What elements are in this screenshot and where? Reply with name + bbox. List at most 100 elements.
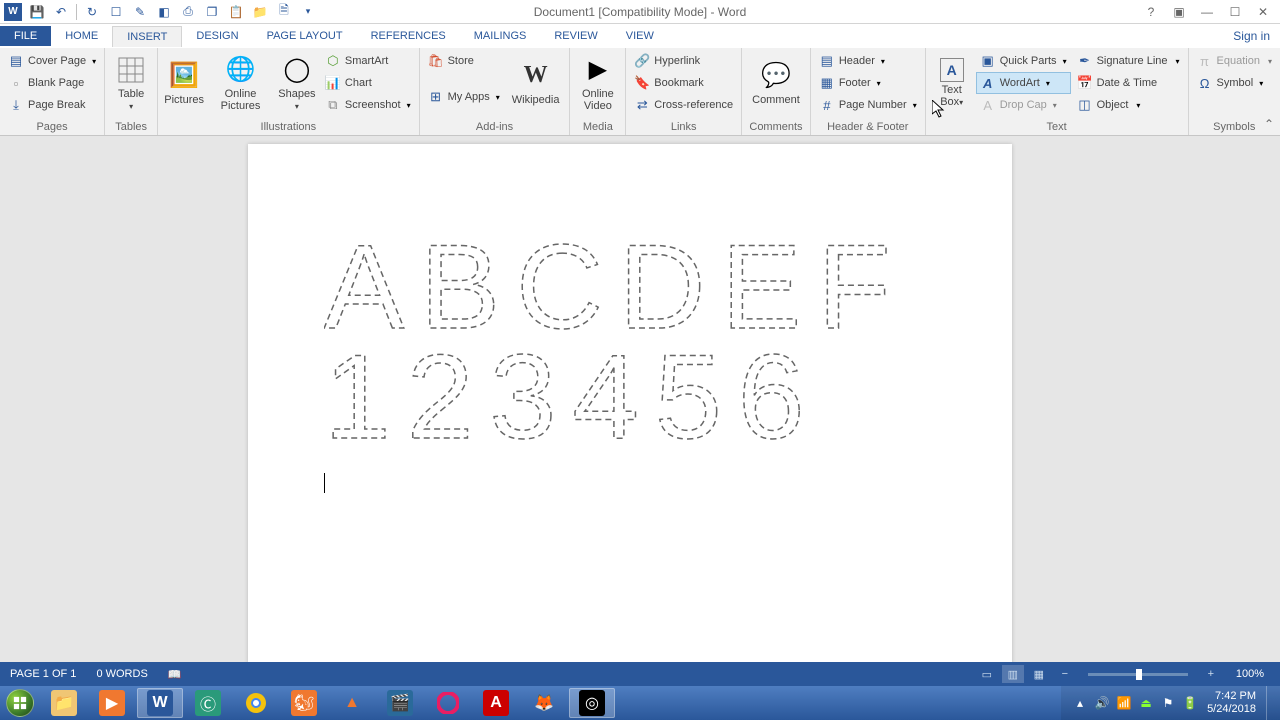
wikipedia-button[interactable]: WWikipedia xyxy=(506,50,566,116)
show-desktop-button[interactable] xyxy=(1266,686,1276,720)
collapse-ribbon-icon[interactable]: ⌃ xyxy=(1264,117,1274,131)
footer-button[interactable]: ▦Footer▾ xyxy=(815,72,921,94)
title-bar: W 💾 ↶ ↻ ☐ ✎ ◧ ⎙ ❐ 📋 📁 🗎 ▾ Document1 [Com… xyxy=(0,0,1280,24)
tray-safe-remove-icon[interactable]: ⏏ xyxy=(1137,694,1155,712)
group-label: Text xyxy=(930,119,1184,135)
tray-volume-icon[interactable]: 🔊 xyxy=(1093,694,1111,712)
save-icon[interactable]: 💾 xyxy=(28,3,46,21)
quick-access-toolbar: W 💾 ↶ ↻ ☐ ✎ ◧ ⎙ ❐ 📋 📁 🗎 ▾ xyxy=(0,3,321,21)
taskbar-adobe[interactable]: Ⓒ xyxy=(185,688,231,718)
word-count[interactable]: 0 WORDS xyxy=(86,668,157,680)
tray-battery-icon[interactable]: 🔋 xyxy=(1181,694,1199,712)
object-button[interactable]: ◫Object▾ xyxy=(1073,94,1184,116)
taskbar-vlc[interactable]: ▲ xyxy=(329,688,375,718)
zoom-level[interactable]: 100% xyxy=(1226,668,1274,680)
equation-button[interactable]: πEquation▾ xyxy=(1193,50,1276,72)
taskbar-uc[interactable]: 🐿 xyxy=(281,688,327,718)
print-layout-icon[interactable]: ▥ xyxy=(1002,665,1024,683)
undo-icon[interactable]: ↶ xyxy=(52,3,70,21)
tray-clock[interactable]: 7:42 PM 5/24/2018 xyxy=(1201,690,1262,716)
maximize-icon[interactable]: ☐ xyxy=(1226,3,1244,21)
tab-page-layout[interactable]: PAGE LAYOUT xyxy=(253,26,357,46)
taskbar-opera[interactable] xyxy=(425,688,471,718)
close-icon[interactable]: ✕ xyxy=(1254,3,1272,21)
tab-insert[interactable]: INSERT xyxy=(112,26,182,47)
textbox-button[interactable]: AText Box▾ xyxy=(930,50,974,116)
minimize-icon[interactable]: — xyxy=(1198,3,1216,21)
symbol-button[interactable]: ΩSymbol▾ xyxy=(1193,72,1276,94)
header-button[interactable]: ▤Header▾ xyxy=(815,50,921,72)
read-mode-icon[interactable]: ▭ xyxy=(976,665,998,683)
wordart-button[interactable]: AWordArt▾ xyxy=(976,72,1071,94)
online-pictures-button[interactable]: 🌐Online Pictures xyxy=(208,50,273,116)
bookmark-button[interactable]: 🔖Bookmark xyxy=(630,72,737,94)
taskbar-explorer[interactable]: 📁 xyxy=(41,688,87,718)
store-button[interactable]: 🛍Store xyxy=(424,50,504,72)
redo-icon[interactable]: ↻ xyxy=(83,3,101,21)
ribbon-display-icon[interactable]: ▣ xyxy=(1170,3,1188,21)
tray-expand-icon[interactable]: ▴ xyxy=(1071,694,1089,712)
tab-references[interactable]: REFERENCES xyxy=(357,26,460,46)
zoom-out-icon[interactable]: − xyxy=(1054,665,1076,683)
blank-page-button[interactable]: ▫Blank Page xyxy=(4,72,100,94)
cover-page-button[interactable]: ▤Cover Page▾ xyxy=(4,50,100,72)
open-icon[interactable]: 📁 xyxy=(251,3,269,21)
taskbar-firefox[interactable]: 🦊 xyxy=(521,688,567,718)
page-indicator[interactable]: PAGE 1 OF 1 xyxy=(0,668,86,680)
tab-review[interactable]: REVIEW xyxy=(540,26,611,46)
new-icon[interactable]: ☐ xyxy=(107,3,125,21)
table-button[interactable]: Table▾ xyxy=(109,50,153,116)
tab-home[interactable]: HOME xyxy=(51,26,112,46)
taskbar-camera[interactable]: ◎ xyxy=(569,688,615,718)
word-icon[interactable]: W xyxy=(4,3,22,21)
tab-mailings[interactable]: MAILINGS xyxy=(460,26,541,46)
myapps-button[interactable]: ⊞My Apps▾ xyxy=(424,86,504,108)
print-icon[interactable]: ⎙ xyxy=(179,3,197,21)
online-pictures-icon: 🌐 xyxy=(225,54,257,86)
dropcap-button[interactable]: ADrop Cap▾ xyxy=(976,94,1071,116)
tray-network-icon[interactable]: 📶 xyxy=(1115,694,1133,712)
zoom-in-icon[interactable]: + xyxy=(1200,665,1222,683)
document-page[interactable]: ABCDEF 123456 xyxy=(248,144,1012,662)
video-icon: ▶ xyxy=(582,54,614,86)
help-icon[interactable]: ? xyxy=(1142,3,1160,21)
taskbar-acrobat[interactable]: A xyxy=(473,688,519,718)
customize-qat-icon[interactable]: ▾ xyxy=(299,3,317,21)
taskbar-media-player[interactable]: ▶ xyxy=(89,688,135,718)
zoom-slider[interactable] xyxy=(1088,673,1188,676)
sign-in-link[interactable]: Sign in xyxy=(1233,29,1270,43)
paste-icon[interactable]: 📋 xyxy=(227,3,245,21)
taskbar-video-editor[interactable]: 🎬 xyxy=(377,688,423,718)
pagenum-button[interactable]: #Page Number▾ xyxy=(815,94,921,116)
preview-icon[interactable]: ◧ xyxy=(155,3,173,21)
online-pictures-label: Online Pictures xyxy=(214,88,267,112)
taskbar-chrome[interactable] xyxy=(233,688,279,718)
page-icon[interactable]: 🗎 xyxy=(275,3,293,21)
comment-button[interactable]: 💬Comment xyxy=(746,50,806,116)
proofing-icon[interactable]: 📖 xyxy=(158,668,192,681)
copy-icon[interactable]: ❐ xyxy=(203,3,221,21)
tab-design[interactable]: DESIGN xyxy=(182,26,252,46)
datetime-button[interactable]: 📅Date & Time xyxy=(1073,72,1184,94)
chart-button[interactable]: 📊Chart xyxy=(321,72,415,94)
page-break-button[interactable]: ⤓Page Break xyxy=(4,94,100,116)
edit-icon[interactable]: ✎ xyxy=(131,3,149,21)
tray-flag-icon[interactable]: ⚑ xyxy=(1159,694,1177,712)
tray-time: 7:42 PM xyxy=(1207,690,1256,703)
shapes-button[interactable]: ◯Shapes▾ xyxy=(275,50,319,116)
screenshot-button[interactable]: ⧉Screenshot▾ xyxy=(321,94,415,116)
pictures-button[interactable]: 🖼️Pictures xyxy=(162,50,206,116)
hyperlink-button[interactable]: 🔗Hyperlink xyxy=(630,50,737,72)
smartart-button[interactable]: ⬡SmartArt xyxy=(321,50,415,72)
web-layout-icon[interactable]: ▦ xyxy=(1028,665,1050,683)
online-video-button[interactable]: ▶Online Video xyxy=(574,50,621,116)
tab-file[interactable]: FILE xyxy=(0,26,51,46)
crossref-button[interactable]: ⇄Cross-reference xyxy=(630,94,737,116)
tab-view[interactable]: VIEW xyxy=(612,26,668,46)
quickparts-button[interactable]: ▣Quick Parts▾ xyxy=(976,50,1071,72)
bookmark-icon: 🔖 xyxy=(634,75,650,91)
taskbar-word[interactable]: W xyxy=(137,688,183,718)
tray-date: 5/24/2018 xyxy=(1207,703,1256,716)
start-button[interactable] xyxy=(0,686,40,720)
sigline-button[interactable]: ✒Signature Line▾ xyxy=(1073,50,1184,72)
